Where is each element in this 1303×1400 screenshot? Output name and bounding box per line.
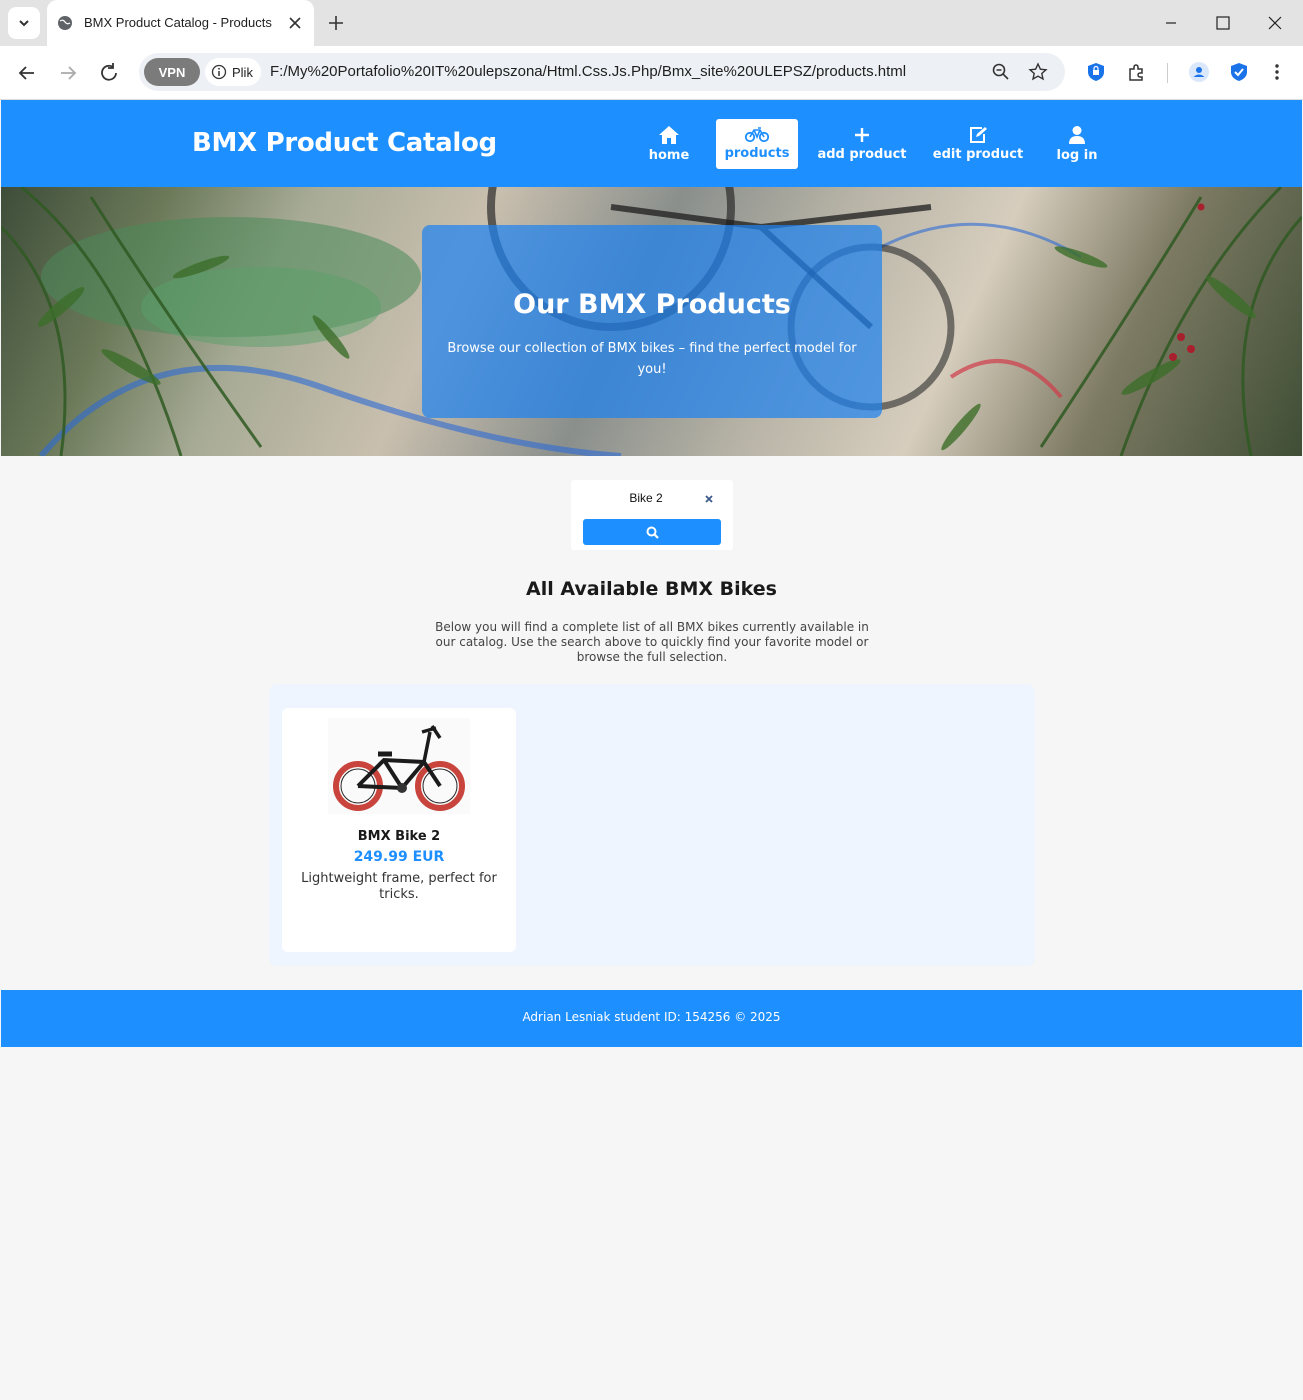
product-name: BMX Bike 2: [357, 829, 441, 844]
tab-title: BMX Product Catalog - Products: [84, 15, 272, 30]
new-tab-icon[interactable]: [326, 13, 346, 33]
product-grid: BMX Bike 2 249.99 EUR Lightweight frame,…: [269, 684, 1035, 966]
back-icon[interactable]: [14, 60, 40, 86]
browser-tab[interactable]: BMX Product Catalog - Products: [47, 0, 314, 46]
product-description: Lightweight frame, perfect for tricks.: [301, 871, 497, 902]
section-description: Below you will find a complete list of a…: [435, 620, 869, 664]
reload-icon[interactable]: [96, 60, 122, 86]
hero-title: Our BMX Products: [513, 289, 791, 320]
nav-products[interactable]: products: [716, 119, 798, 169]
url-text[interactable]: F:/My%20Portafolio%20IT%20ulepszona/Html…: [270, 63, 906, 80]
product-price: 249.99 EUR: [353, 849, 445, 865]
close-tab-icon[interactable]: [286, 14, 304, 32]
more-menu-icon[interactable]: [1266, 61, 1288, 83]
hero-panel: Our BMX Products Browse our collection o…: [422, 225, 882, 418]
nav-add-product[interactable]: add product: [816, 119, 908, 169]
section-title: All Available BMX Bikes: [525, 578, 777, 600]
password-shield-icon[interactable]: [1085, 61, 1107, 83]
profile-icon[interactable]: [1188, 61, 1210, 83]
nav-log-in[interactable]: log in: [1049, 119, 1105, 169]
bicycle-icon: [745, 127, 769, 143]
page: BMX Product Catalog home products add pr…: [1, 100, 1302, 1400]
nav-products-label: products: [724, 146, 790, 161]
hero-banner: Our BMX Products Browse our collection o…: [1, 187, 1302, 456]
footer-text: Adrian Lesniak student ID: 154256 © 2025: [522, 1010, 781, 1024]
extensions-icon[interactable]: [1126, 61, 1148, 83]
file-chip-label: Plik: [232, 64, 253, 80]
clear-search-icon[interactable]: [702, 492, 716, 506]
close-window-icon[interactable]: [1264, 12, 1286, 34]
product-image: [328, 718, 470, 814]
nav-edit-product-label: edit product: [932, 147, 1024, 162]
nav-edit-product[interactable]: edit product: [932, 119, 1024, 169]
plus-icon: [855, 128, 869, 142]
bookmark-star-icon[interactable]: [1028, 62, 1048, 82]
site-footer: Adrian Lesniak student ID: 154256 © 2025: [1, 990, 1302, 1047]
info-icon: [211, 64, 227, 80]
security-shield-icon[interactable]: [1228, 61, 1250, 83]
search-button[interactable]: [583, 519, 721, 545]
browser-tab-strip: BMX Product Catalog - Products: [0, 0, 1303, 46]
vpn-badge[interactable]: VPN: [144, 58, 200, 86]
brand-title[interactable]: BMX Product Catalog: [192, 128, 497, 158]
user-icon: [1069, 126, 1085, 144]
address-bar[interactable]: VPN Plik F:/My%20Portafolio%20IT%20uleps…: [139, 53, 1065, 91]
home-icon: [659, 126, 679, 144]
edit-icon: [970, 127, 987, 143]
chevron-down-icon: [19, 20, 29, 27]
nav-log-in-label: log in: [1056, 148, 1098, 163]
toolbar-divider: [1167, 63, 1168, 83]
forward-icon[interactable]: [55, 60, 81, 86]
nav-home-label: home: [648, 148, 690, 163]
site-header: BMX Product Catalog home products add pr…: [1, 100, 1302, 187]
search-form: Bike 2: [571, 480, 733, 550]
nav-add-product-label: add product: [817, 147, 907, 162]
search-icon: [646, 526, 659, 539]
minimize-icon[interactable]: [1160, 12, 1182, 34]
product-card[interactable]: BMX Bike 2 249.99 EUR Lightweight frame,…: [282, 708, 516, 952]
browser-toolbar: VPN Plik F:/My%20Portafolio%20IT%20uleps…: [0, 46, 1303, 100]
zoom-icon[interactable]: [991, 62, 1011, 82]
site-info-chip[interactable]: Plik: [205, 58, 261, 86]
search-input[interactable]: Bike 2: [591, 491, 701, 505]
tab-search-button[interactable]: [8, 7, 40, 39]
globe-icon: [58, 16, 72, 30]
nav-home[interactable]: home: [641, 119, 697, 169]
hero-subtitle: Browse our collection of BMX bikes – fin…: [447, 341, 857, 377]
maximize-icon[interactable]: [1212, 12, 1234, 34]
